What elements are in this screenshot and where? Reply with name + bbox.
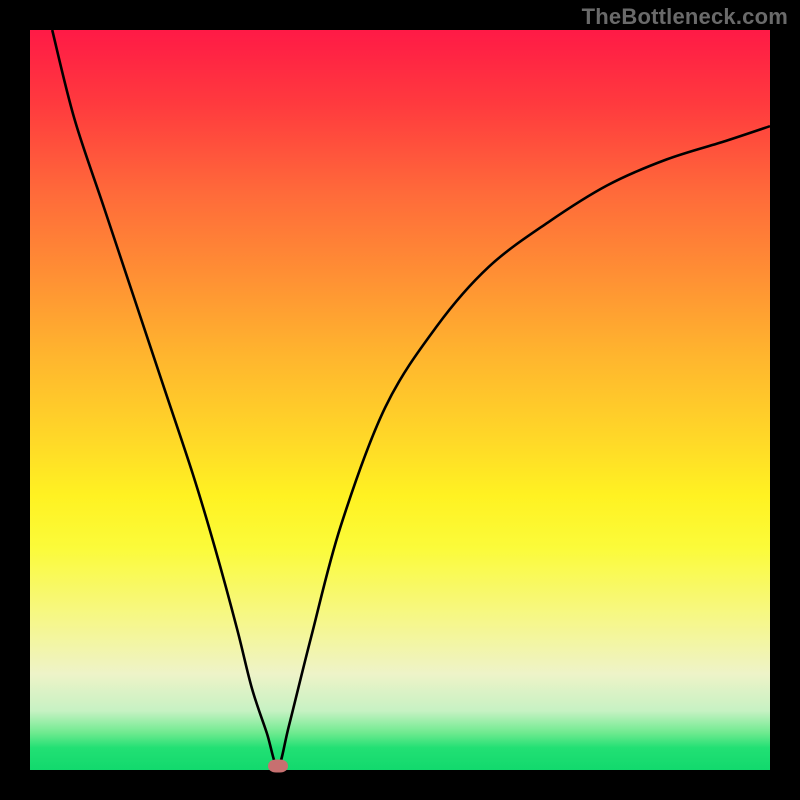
curve-svg [30,30,770,770]
chart-frame: TheBottleneck.com [0,0,800,800]
watermark-label: TheBottleneck.com [582,4,788,30]
sweet-spot-marker [268,760,288,773]
bottleneck-curve [52,30,770,766]
plot-area [30,30,770,770]
